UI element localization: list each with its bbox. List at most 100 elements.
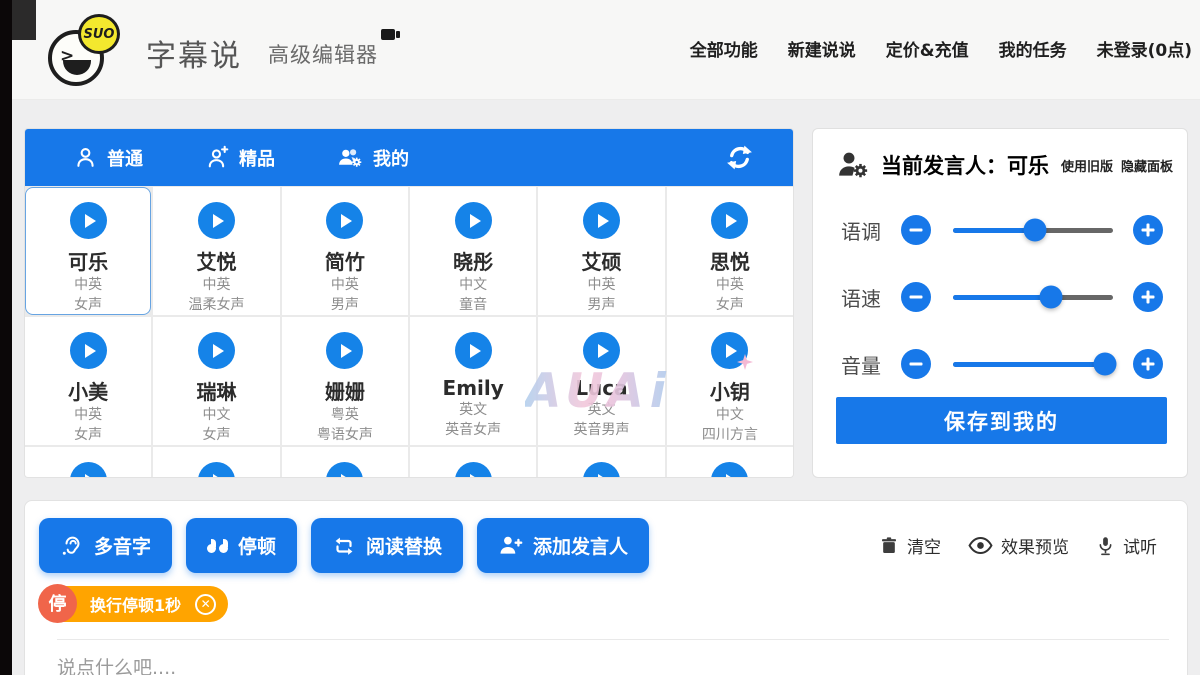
microphone-icon: [1096, 535, 1115, 557]
nav-new-post[interactable]: 新建说说: [788, 36, 856, 61]
clear-button[interactable]: 清空: [879, 533, 941, 558]
pitch-minus-button[interactable]: [901, 215, 931, 245]
play-icon[interactable]: [198, 332, 235, 369]
play-icon[interactable]: [455, 332, 492, 369]
window-edge-strip: [0, 0, 12, 675]
play-icon[interactable]: [198, 202, 235, 239]
play-icon[interactable]: [583, 462, 620, 478]
person-plus-icon: [498, 533, 523, 558]
play-icon[interactable]: [326, 202, 363, 239]
page-subtitle: 高级编辑器: [268, 39, 378, 69]
voice-card-partial[interactable]: [410, 447, 536, 478]
nav-my-tasks[interactable]: 我的任务: [999, 36, 1067, 61]
voice-card[interactable]: 艾硕 中英 男声: [538, 187, 664, 315]
polyphone-button[interactable]: 多音字: [39, 518, 172, 573]
video-camera-icon: [381, 29, 395, 40]
top-nav: 全部功能 新建说说 定价&充值 我的任务 未登录(0点): [690, 36, 1192, 61]
volume-plus-button[interactable]: [1133, 349, 1163, 379]
play-icon[interactable]: [583, 202, 620, 239]
voice-tabbar: 普通 精品 我的: [25, 129, 793, 186]
volume-slider-thumb[interactable]: [1094, 353, 1117, 376]
group-gear-icon: [337, 145, 364, 170]
play-icon[interactable]: [711, 332, 748, 369]
logo-suo-badge: SUO: [78, 14, 120, 54]
current-speaker-label: 当前发言人：可乐: [881, 150, 1049, 180]
pitch-slider-thumb[interactable]: [1023, 219, 1046, 242]
close-icon[interactable]: ✕: [195, 594, 216, 615]
app-logo: > SUO: [48, 14, 120, 86]
pause-button[interactable]: 停顿: [186, 518, 297, 573]
speaker-panel: 当前发言人：可乐 使用旧版 隐藏面板 语调 语速 音量: [812, 128, 1188, 478]
repeat-icon: [332, 534, 356, 558]
speaker-settings-icon: [835, 149, 871, 181]
speed-slider[interactable]: [953, 295, 1113, 300]
play-icon[interactable]: [198, 462, 235, 478]
tab-mine[interactable]: 我的: [337, 145, 409, 171]
nav-pricing[interactable]: 定价&充值: [886, 36, 969, 61]
speed-slider-row: 语速: [813, 282, 1187, 312]
voice-card-partial[interactable]: [667, 447, 793, 478]
play-icon[interactable]: [326, 332, 363, 369]
volume-slider[interactable]: [953, 362, 1113, 367]
play-icon[interactable]: [326, 462, 363, 478]
pause-tag[interactable]: 停 换行停顿1秒 ✕: [39, 586, 228, 622]
text-input-placeholder[interactable]: 说点什么吧....: [57, 653, 1187, 675]
play-icon[interactable]: [70, 462, 107, 478]
editor-divider: [57, 639, 1169, 640]
volume-slider-row: 音量: [813, 349, 1187, 379]
voice-card[interactable]: 小美 中英 女声: [25, 317, 151, 445]
voice-card-partial[interactable]: [25, 447, 151, 478]
eye-icon: [968, 535, 993, 556]
tab-normal[interactable]: 普通: [73, 145, 143, 171]
use-old-version-link[interactable]: 使用旧版: [1061, 156, 1113, 175]
voice-card[interactable]: 艾悦 中英 温柔女声: [153, 187, 279, 315]
play-icon[interactable]: [455, 202, 492, 239]
play-icon[interactable]: [70, 202, 107, 239]
play-icon[interactable]: [70, 332, 107, 369]
read-replace-button[interactable]: 阅读替换: [311, 518, 463, 573]
voice-card-partial[interactable]: [538, 447, 664, 478]
editor-toolbar: 多音字 停顿 阅读替换 添加发言人 清空 效果: [25, 501, 1187, 573]
voice-card[interactable]: Emily 英文 英音女声: [410, 317, 536, 445]
voice-card[interactable]: 晓彤 中文 童音: [410, 187, 536, 315]
nav-login-status[interactable]: 未登录(0点): [1097, 36, 1192, 61]
refresh-button[interactable]: [724, 142, 755, 173]
play-icon[interactable]: [455, 462, 492, 478]
play-icon[interactable]: [711, 202, 748, 239]
voice-grid: 可乐 中英 女声 艾悦 中英 温柔女声 简竹 中英: [25, 186, 793, 478]
voice-card[interactable]: 姗姗 粤英 粤语女声: [282, 317, 408, 445]
nav-all-functions[interactable]: 全部功能: [690, 36, 758, 61]
ear-icon: [60, 534, 84, 558]
save-to-mine-button[interactable]: 保存到我的: [836, 397, 1167, 444]
header: > SUO 字幕说 高级编辑器 全部功能 新建说说 定价&充值 我的任务 未登录…: [12, 0, 1200, 100]
speed-slider-thumb[interactable]: [1039, 286, 1062, 309]
voice-card[interactable]: 简竹 中英 男声: [282, 187, 408, 315]
voice-card[interactable]: 可乐 中英 女声: [25, 187, 151, 315]
page-title: 字幕说: [146, 31, 242, 75]
voice-card[interactable]: 小钥 中文 四川方言: [667, 317, 793, 445]
play-icon[interactable]: [583, 332, 620, 369]
pitch-slider[interactable]: [953, 228, 1113, 233]
pitch-plus-button[interactable]: [1133, 215, 1163, 245]
preview-button[interactable]: 效果预览: [968, 533, 1069, 558]
trash-icon: [879, 535, 899, 556]
speed-plus-button[interactable]: [1133, 282, 1163, 312]
hide-panel-link[interactable]: 隐藏面板: [1121, 156, 1173, 175]
voice-card-partial[interactable]: [282, 447, 408, 478]
pause-badge: 停: [38, 584, 77, 623]
user-icon: [73, 145, 98, 170]
speed-minus-button[interactable]: [901, 282, 931, 312]
volume-minus-button[interactable]: [901, 349, 931, 379]
pitch-slider-row: 语调: [813, 215, 1187, 245]
voice-panel: 普通 精品 我的 可乐 中英 女声: [24, 128, 794, 478]
voice-card[interactable]: Luca 英文 英音男声: [538, 317, 664, 445]
tab-premium[interactable]: 精品: [205, 145, 275, 171]
user-premium-icon: [205, 145, 230, 170]
app-screen: > SUO 字幕说 高级编辑器 全部功能 新建说说 定价&充值 我的任务 未登录…: [0, 0, 1200, 675]
voice-card[interactable]: 思悦 中英 女声: [667, 187, 793, 315]
voice-card[interactable]: 瑞琳 中文 女声: [153, 317, 279, 445]
add-speaker-button[interactable]: 添加发言人: [477, 518, 649, 573]
play-icon[interactable]: [711, 462, 748, 478]
listen-button[interactable]: 试听: [1096, 533, 1157, 558]
voice-card-partial[interactable]: [153, 447, 279, 478]
